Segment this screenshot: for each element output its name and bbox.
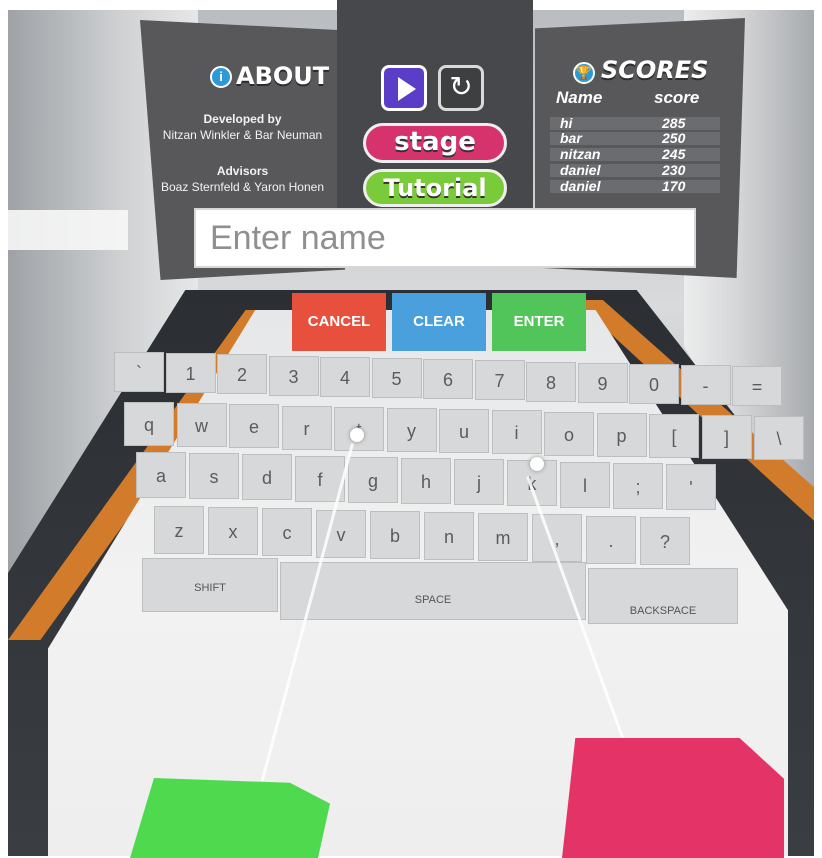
key[interactable]: [ <box>649 414 699 458</box>
score-value: 250 <box>662 130 686 146</box>
score-name: nitzan <box>560 146 601 162</box>
key[interactable]: 9 <box>577 362 628 403</box>
key[interactable]: i <box>491 410 542 455</box>
key[interactable]: c <box>262 508 312 557</box>
backspace-key[interactable]: BACKSPACE <box>588 568 738 624</box>
key[interactable]: b <box>370 510 420 559</box>
key[interactable]: h <box>401 458 451 504</box>
key[interactable]: d <box>242 454 292 501</box>
developed-by-label: Developed by <box>203 112 282 126</box>
key[interactable]: ] <box>701 415 752 460</box>
score-row: nitzan 245 <box>550 146 720 162</box>
key[interactable]: n <box>424 512 474 560</box>
key[interactable]: w <box>176 403 227 448</box>
advisors-label: Advisors <box>216 164 269 178</box>
score-name: daniel <box>560 178 601 194</box>
key[interactable]: - <box>680 365 731 406</box>
key[interactable]: 3 <box>268 355 319 396</box>
score-row: bar 250 <box>550 130 720 146</box>
score-name: hi <box>560 115 573 131</box>
key[interactable]: = <box>732 366 782 407</box>
key[interactable]: ; <box>613 462 663 509</box>
key[interactable]: s <box>189 453 239 500</box>
score-row-bar <box>550 117 720 130</box>
name-input[interactable]: Enter name <box>194 208 696 268</box>
key[interactable]: u <box>439 409 489 454</box>
info-icon: i <box>210 66 232 88</box>
key[interactable]: p <box>596 412 647 457</box>
score-value: 245 <box>662 146 686 162</box>
play-button[interactable] <box>381 65 427 111</box>
tutorial-button[interactable]: Tutorial <box>363 169 507 207</box>
key[interactable]: z <box>154 506 204 554</box>
score-name: bar <box>560 130 582 146</box>
advisors-text: Boaz Sternfeld & Yaron Honen <box>161 180 324 194</box>
key[interactable]: l <box>560 461 610 508</box>
trophy-icon: 🏆 <box>573 62 595 84</box>
key[interactable]: . <box>586 515 636 564</box>
key[interactable]: \ <box>754 416 804 461</box>
score-value: 230 <box>662 162 686 178</box>
key[interactable]: 6 <box>423 359 473 400</box>
about-title: ABOUT <box>236 62 330 90</box>
key[interactable]: 7 <box>474 360 525 401</box>
key[interactable]: 0 <box>629 364 679 404</box>
key[interactable]: ` <box>114 352 164 392</box>
key[interactable]: ? <box>640 516 690 565</box>
score-name: daniel <box>560 162 601 178</box>
key[interactable]: q <box>124 402 174 446</box>
key[interactable]: y <box>386 408 437 452</box>
enter-button[interactable]: ENTER <box>492 293 586 351</box>
scores-name-header: Name <box>556 88 603 107</box>
key[interactable]: m <box>478 513 528 562</box>
score-row: daniel 170 <box>550 178 720 194</box>
shift-key[interactable]: SHIFT <box>142 558 278 612</box>
reset-icon: ↻ <box>449 71 473 102</box>
clear-button[interactable]: CLEAR <box>392 293 486 351</box>
key[interactable]: 2 <box>217 354 267 395</box>
score-row: daniel 230 <box>550 162 720 178</box>
score-value: 170 <box>662 178 686 194</box>
cancel-button[interactable]: CANCEL <box>292 293 386 351</box>
key[interactable]: e <box>229 404 279 449</box>
space-key[interactable]: SPACE <box>280 562 586 620</box>
key[interactable]: x <box>208 507 258 556</box>
left-pointer-cursor <box>350 428 364 442</box>
scores-title: SCORES <box>601 56 709 84</box>
right-controller <box>562 738 784 858</box>
name-input-placeholder: Enter name <box>210 219 386 257</box>
scores-score-header: score <box>654 88 700 107</box>
score-value: 285 <box>662 115 686 131</box>
key[interactable]: 4 <box>320 356 370 397</box>
key[interactable]: 8 <box>526 361 576 402</box>
reset-button[interactable]: ↻ <box>438 65 484 111</box>
score-row: hi 285 <box>550 115 720 131</box>
developers-text: Nitzan Winkler & Bar Neuman <box>162 128 323 142</box>
left-controller <box>130 778 330 858</box>
wall-light <box>8 210 128 250</box>
key[interactable]: g <box>348 456 398 503</box>
right-pointer-cursor <box>530 457 544 471</box>
key[interactable]: o <box>544 411 594 456</box>
key[interactable]: 5 <box>371 358 422 398</box>
key[interactable]: j <box>454 459 504 506</box>
key[interactable]: ' <box>666 464 716 510</box>
stage-button[interactable]: stage <box>363 123 507 163</box>
key[interactable]: a <box>136 452 186 498</box>
key[interactable]: 1 <box>165 353 216 394</box>
key[interactable]: r <box>281 405 332 450</box>
